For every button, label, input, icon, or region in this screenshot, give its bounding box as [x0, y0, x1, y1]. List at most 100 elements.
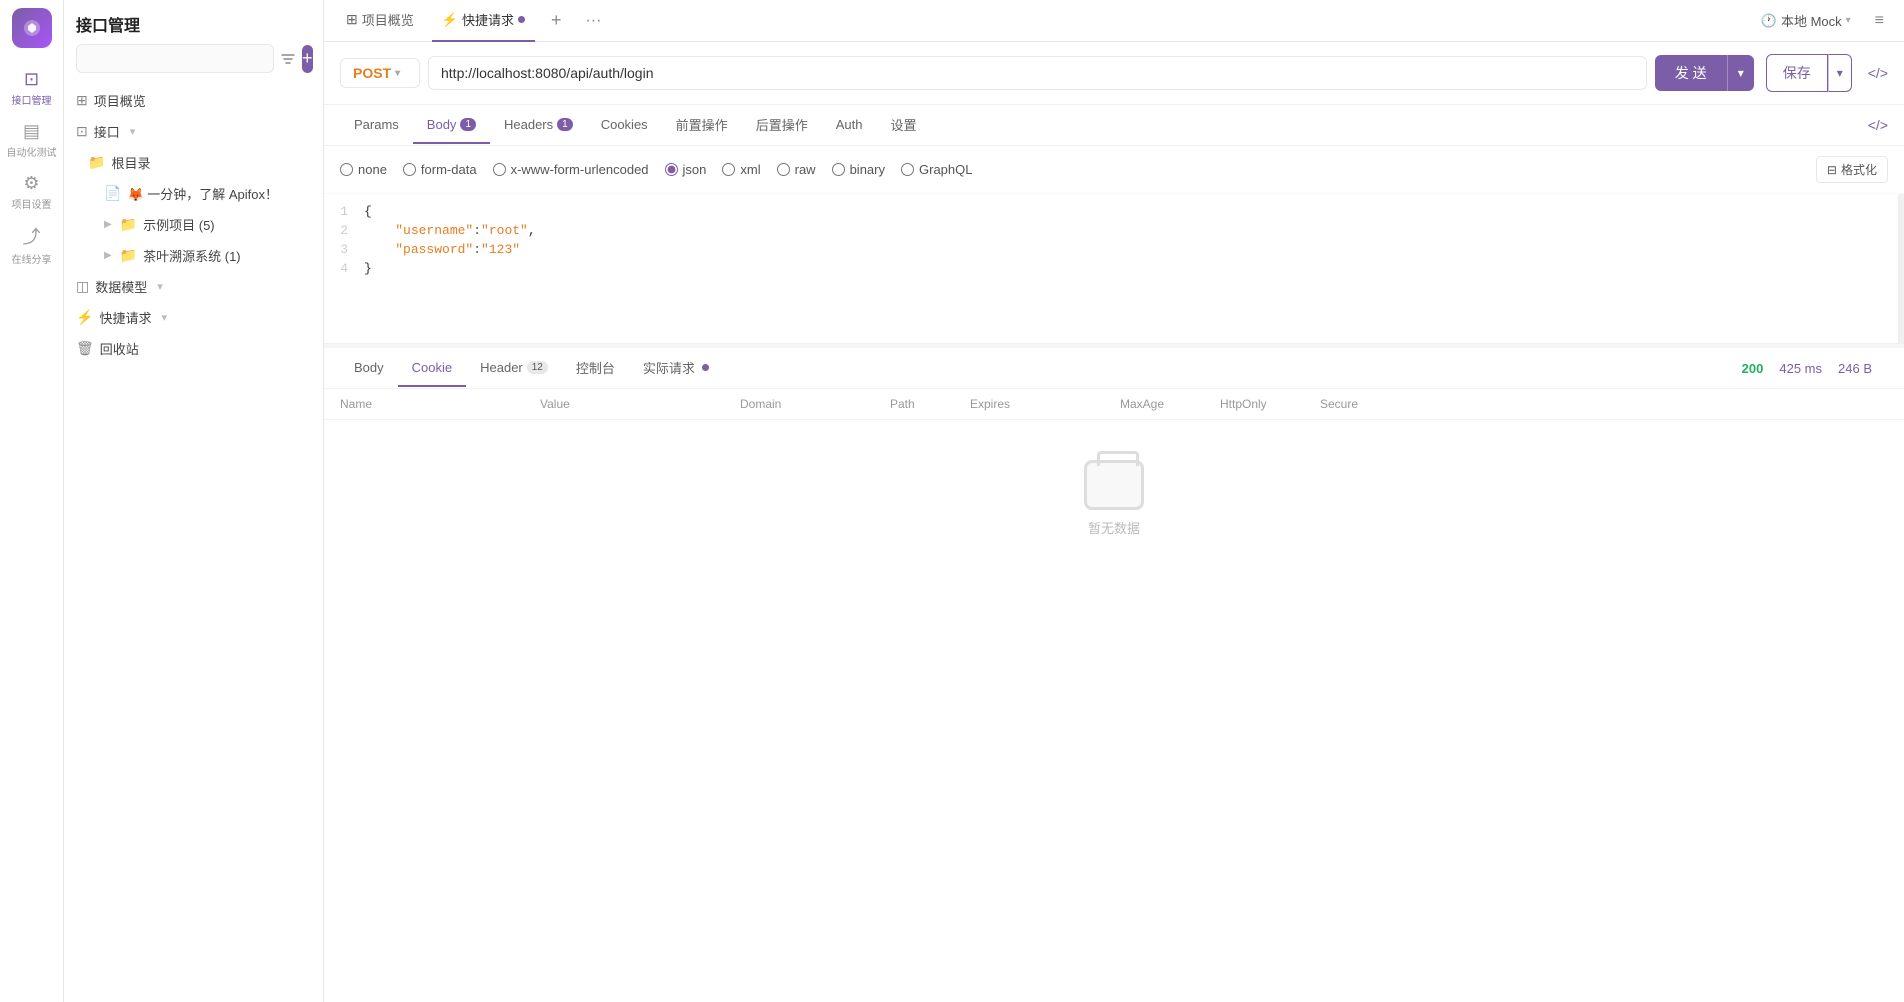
code-view-icon[interactable]: </> [1868, 65, 1888, 81]
req-tab-cookies[interactable]: Cookies [587, 107, 662, 144]
body-type-urlencoded[interactable]: x-www-form-urlencoded [493, 162, 649, 177]
interface-tree-icon: ⊡ [76, 123, 88, 140]
col-domain: Domain [740, 397, 890, 411]
req-tab-postrequest-label: 后置操作 [756, 115, 808, 134]
overview-icon: ⊞ [76, 92, 88, 109]
interface-icon: ⊡ [24, 69, 39, 90]
url-input[interactable] [428, 56, 1647, 90]
body-type-urlencoded-label: x-www-form-urlencoded [511, 162, 649, 177]
left-panel: 接口管理 + ⊞ 项目概览 ⊡ 接口 ▾ 📁 根目录 📄 🦊 一分钟，了解 Ap… [64, 0, 324, 1002]
tree-label-apifox: 🦊 一分钟，了解 Apifox！ [127, 184, 278, 203]
autotest-icon: ▤ [23, 121, 40, 142]
nav-item-interface[interactable]: ⊡ 接口管理 [8, 64, 56, 112]
col-name: Name [340, 397, 540, 411]
save-button[interactable]: 保存 [1766, 54, 1828, 92]
tab-add-button[interactable]: + [543, 0, 570, 42]
nav-label-project: 项目设置 [12, 196, 52, 211]
req-tab-params-label: Params [354, 117, 399, 132]
resp-tab-cookie[interactable]: Cookie [398, 350, 466, 387]
resp-tab-console-label: 控制台 [576, 358, 615, 377]
nav-item-autotest[interactable]: ▤ 自动化测试 [8, 116, 56, 164]
resp-tab-console[interactable]: 控制台 [562, 348, 629, 389]
request-area: POST ▾ 发 送 ▾ 保存 ▾ </> Params Body 1 [324, 42, 1904, 344]
resp-tab-body[interactable]: Body [340, 350, 398, 387]
tree-item-example[interactable]: ▶ 📁 示例项目 (5) [64, 209, 323, 240]
tabs-right: 🕐 本地 Mock ▾ ≡ [1753, 7, 1892, 34]
mock-label: 本地 Mock [1781, 11, 1842, 30]
send-dropdown-button[interactable]: ▾ [1727, 55, 1754, 91]
search-bar: + [64, 44, 323, 81]
share-icon: ⤴ [23, 223, 41, 249]
resp-tab-header[interactable]: Header 12 [466, 350, 562, 387]
body-type-formdata-label: form-data [421, 162, 477, 177]
tree-label-datamodel: 数据模型 [95, 277, 147, 296]
tab-overview-label: 项目概览 [362, 10, 414, 29]
nav-item-share[interactable]: ⤴ 在线分享 [8, 220, 56, 268]
req-tabs: Params Body 1 Headers 1 Cookies 前置操作 后置操… [324, 105, 1904, 146]
req-tab-prerequest-label: 前置操作 [676, 115, 728, 134]
top-menu-button[interactable]: ≡ [1867, 8, 1892, 34]
req-tab-headers-label: Headers [504, 117, 553, 132]
tree-item-tea[interactable]: ▶ 📁 茶叶溯源系统 (1) [64, 240, 323, 271]
col-value: Value [540, 397, 740, 411]
mock-button[interactable]: 🕐 本地 Mock ▾ [1753, 7, 1859, 34]
actual-dot [702, 364, 709, 371]
tree-item-quickreq[interactable]: ⚡ 快捷请求 ▾ [64, 302, 323, 333]
method-selector[interactable]: POST ▾ [340, 58, 420, 88]
empty-text: 暂无数据 [1088, 518, 1140, 537]
body-type-none[interactable]: none [340, 162, 387, 177]
save-dropdown-button[interactable]: ▾ [1828, 54, 1852, 92]
editor-scrollbar[interactable] [1898, 194, 1904, 343]
req-tab-settings-label: 设置 [890, 115, 916, 134]
req-tab-code-view[interactable]: </> [1868, 117, 1888, 133]
folder-icon2: 📁 [120, 247, 137, 264]
tree-item-trash[interactable]: 🗑 回收站 [64, 333, 323, 364]
req-tab-params[interactable]: Params [340, 107, 413, 144]
tab-more-button[interactable]: ··· [577, 0, 609, 42]
req-tab-prerequest[interactable]: 前置操作 [662, 105, 742, 146]
send-btn-group: 发 送 ▾ [1655, 55, 1754, 91]
tab-overview[interactable]: ⊞ 项目概览 [336, 0, 424, 42]
col-expires: Expires [970, 397, 1120, 411]
panel-title: 接口管理 [64, 0, 323, 44]
tab-quickreq[interactable]: ⚡ 快捷请求 [432, 0, 535, 42]
body-type-raw[interactable]: raw [777, 162, 816, 177]
resp-tab-actual[interactable]: 实际请求 [629, 348, 723, 389]
format-button[interactable]: ⊟ 格式化 [1816, 156, 1888, 183]
nav-label-share: 在线分享 [12, 251, 52, 266]
tab-quickreq-label: 快捷请求 [462, 10, 514, 29]
tree-item-apifox[interactable]: 📄 🦊 一分钟，了解 Apifox！ [64, 178, 323, 209]
req-tab-headers[interactable]: Headers 1 [490, 107, 587, 144]
col-httponly: HttpOnly [1220, 397, 1320, 411]
filter-button[interactable] [280, 45, 296, 73]
tree-item-root[interactable]: 📁 根目录 [64, 147, 323, 178]
tree-item-interface[interactable]: ⊡ 接口 ▾ [64, 116, 323, 147]
tabs-bar: ⊞ 项目概览 ⚡ 快捷请求 + ··· 🕐 本地 Mock ▾ ≡ [324, 0, 1904, 42]
resp-tabs: Body Cookie Header 12 控制台 实际请求 200 425 m… [324, 348, 1904, 389]
body-type-json-label: json [683, 162, 707, 177]
header-count-badge: 12 [527, 361, 548, 374]
code-editor[interactable]: 1 { 2 "username":"root", 3 "password":"1… [324, 194, 1904, 344]
resp-tab-header-label: Header [480, 360, 523, 375]
body-type-xml[interactable]: xml [722, 162, 760, 177]
req-tab-auth[interactable]: Auth [822, 107, 877, 144]
req-tab-body[interactable]: Body 1 [413, 107, 490, 144]
req-tab-postrequest[interactable]: 后置操作 [742, 105, 822, 146]
body-type-binary[interactable]: binary [832, 162, 885, 177]
nav-item-project[interactable]: ⚙ 项目设置 [8, 168, 56, 216]
response-size: 246 B [1838, 361, 1872, 376]
body-type-graphql[interactable]: GraphQL [901, 162, 972, 177]
body-type-formdata[interactable]: form-data [403, 162, 477, 177]
tree-item-overview[interactable]: ⊞ 项目概览 [64, 85, 323, 116]
req-tab-settings[interactable]: 设置 [876, 105, 930, 146]
tree-item-datamodel[interactable]: ◫ 数据模型 ▾ [64, 271, 323, 302]
body-type-json[interactable]: json [665, 162, 707, 177]
resp-tab-actual-label: 实际请求 [643, 358, 695, 377]
tree-label-interface: 接口 [94, 122, 120, 141]
search-input[interactable] [76, 44, 274, 73]
send-button[interactable]: 发 送 [1655, 55, 1727, 91]
add-button[interactable]: + [302, 45, 313, 73]
req-tab-cookies-label: Cookies [601, 117, 648, 132]
col-path: Path [890, 397, 970, 411]
body-type-none-label: none [358, 162, 387, 177]
